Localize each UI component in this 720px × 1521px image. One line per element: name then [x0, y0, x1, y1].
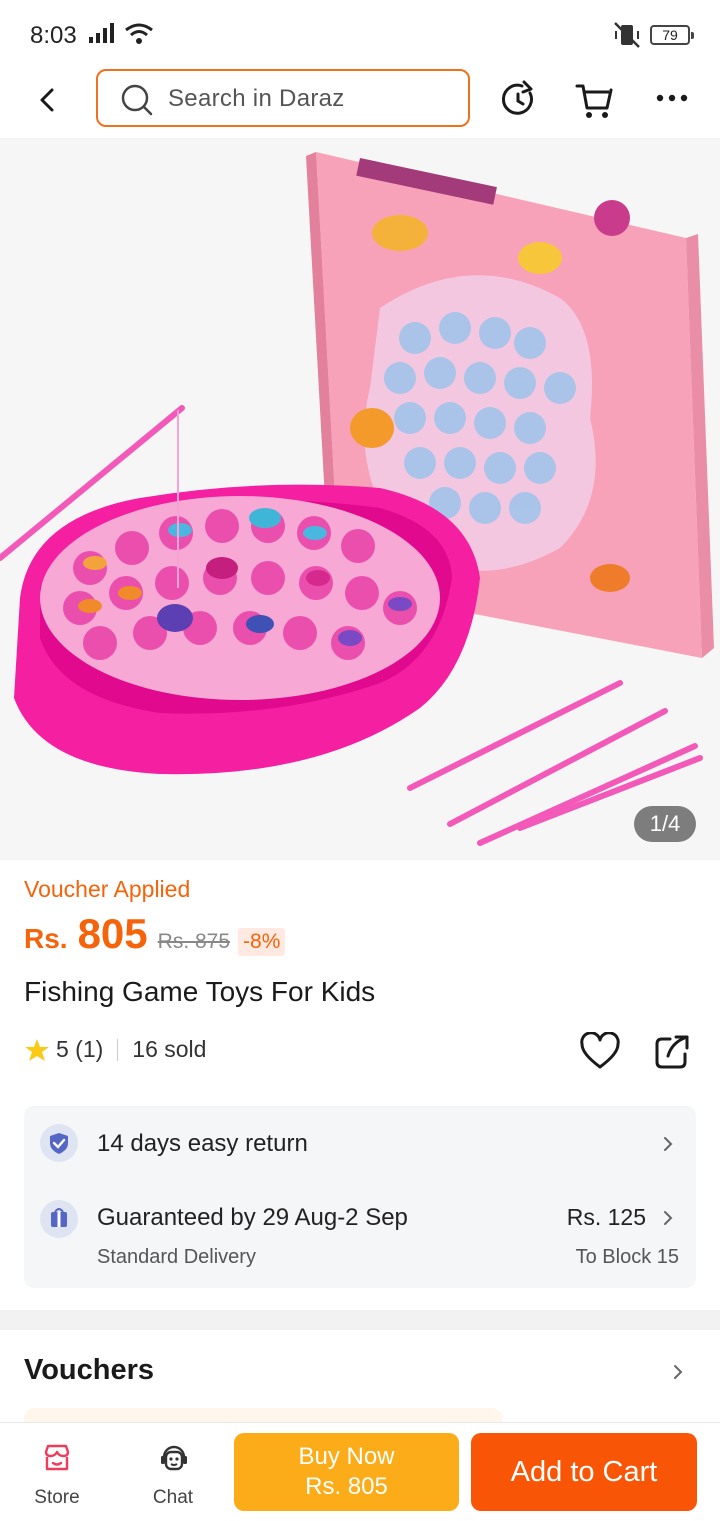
- store-label: Store: [34, 1487, 80, 1508]
- buy-now-label: Buy Now: [298, 1443, 395, 1470]
- return-shield-icon: [40, 1124, 78, 1162]
- delivery-destination: To Block 15: [575, 1246, 679, 1268]
- buy-now-price: Rs. 805: [305, 1473, 388, 1500]
- chevron-right-icon[interactable]: [670, 1362, 686, 1382]
- battery-icon: 79: [650, 25, 694, 45]
- signal-icon: [89, 23, 114, 43]
- discount-badge: -8%: [238, 928, 286, 956]
- store-button[interactable]: Store: [12, 1423, 102, 1521]
- delivery-fee: Rs. 125: [566, 1204, 646, 1230]
- vouchers-heading[interactable]: Vouchers: [24, 1354, 154, 1387]
- price-currency: Rs.: [24, 923, 68, 954]
- product-image-gallery[interactable]: 1/4: [0, 138, 720, 860]
- search-placeholder: Search in Daraz: [168, 85, 345, 112]
- delivery-box-icon: [40, 1200, 78, 1238]
- rating-score: 5 (1): [56, 1036, 104, 1062]
- chevron-right-icon[interactable]: [660, 1208, 676, 1228]
- section-divider: [0, 1310, 720, 1330]
- top-header: Search in Daraz: [0, 62, 720, 138]
- bottom-action-bar: Store Chat Buy Now Rs. 805 Add to Cart: [0, 1422, 720, 1520]
- rating-row[interactable]: 5 (1) 16 sold: [24, 1036, 206, 1063]
- add-to-cart-button[interactable]: Add to Cart: [471, 1433, 697, 1511]
- search-input[interactable]: Search in Daraz: [96, 69, 470, 127]
- wishlist-heart-icon[interactable]: [580, 1032, 620, 1072]
- divider: [117, 1038, 119, 1061]
- price-row: Rs. 805 Rs. 875 -8%: [24, 910, 286, 960]
- status-bar: 8:03 79: [0, 0, 720, 62]
- sold-count: 16 sold: [132, 1036, 207, 1062]
- original-price: Rs. 875: [157, 930, 231, 953]
- price-value: 805: [77, 910, 148, 957]
- service-card: 14 days easy return Guaranteed by 29 Aug…: [24, 1106, 696, 1288]
- product-image: [0, 152, 714, 846]
- share-icon[interactable]: [654, 1034, 690, 1070]
- back-arrow-icon[interactable]: [30, 82, 66, 118]
- status-time: 8:03: [30, 22, 77, 49]
- chat-button[interactable]: Chat: [128, 1423, 218, 1521]
- more-options-icon[interactable]: [654, 80, 690, 120]
- chevron-right-icon[interactable]: [660, 1134, 676, 1154]
- return-policy-text[interactable]: 14 days easy return: [97, 1130, 308, 1158]
- search-icon: [121, 84, 153, 116]
- vibrate-mute-icon: [614, 22, 640, 48]
- chat-icon: [161, 1445, 187, 1471]
- wifi-icon: [125, 23, 153, 44]
- history-icon[interactable]: [498, 80, 538, 120]
- delivery-guarantee-text[interactable]: Guaranteed by 29 Aug-2 Sep: [97, 1204, 408, 1232]
- image-counter: 1/4: [634, 806, 696, 842]
- product-title: Fishing Game Toys For Kids: [24, 976, 376, 1007]
- voucher-applied-label: Voucher Applied: [24, 876, 191, 902]
- delivery-type-text: Standard Delivery: [97, 1246, 256, 1268]
- cart-icon[interactable]: [575, 80, 615, 120]
- store-icon: [44, 1444, 70, 1471]
- buy-now-button[interactable]: Buy Now Rs. 805: [234, 1433, 459, 1511]
- chat-label: Chat: [152, 1487, 194, 1508]
- star-icon: [25, 1038, 49, 1061]
